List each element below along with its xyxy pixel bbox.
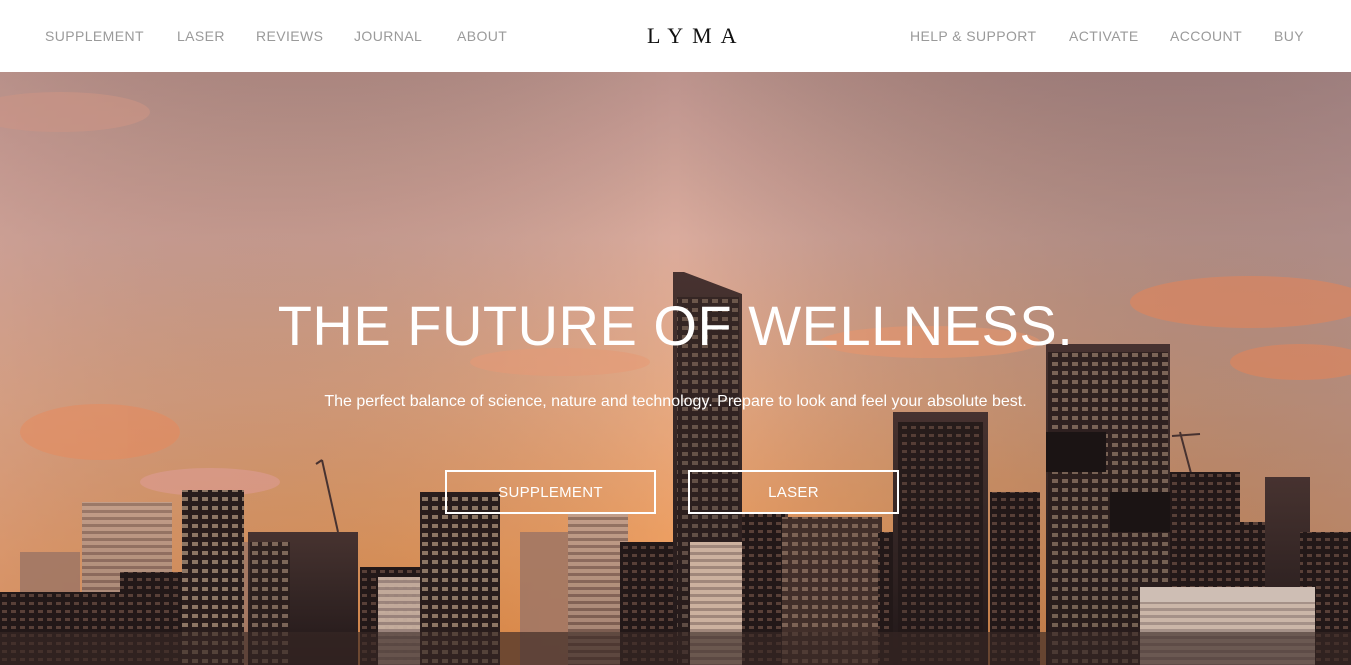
nav-supplement-link[interactable]: SUPPLEMENT: [45, 28, 144, 44]
nav-buy-link[interactable]: BUY: [1274, 28, 1304, 44]
laser-button[interactable]: LASER: [688, 470, 899, 514]
nav-help-support-link[interactable]: HELP & SUPPORT: [910, 28, 1036, 44]
nav-account-link[interactable]: ACCOUNT: [1170, 28, 1242, 44]
nav-activate-link[interactable]: ACTIVATE: [1069, 28, 1139, 44]
site-header: SUPPLEMENT LASER REVIEWS JOURNAL ABOUT L…: [0, 0, 1351, 72]
city-skyline-image: [0, 72, 1351, 665]
hero-title: THE FUTURE OF WELLNESS.: [277, 294, 1074, 357]
hero-subtitle: The perfect balance of science, nature a…: [324, 393, 1027, 410]
nav-reviews-link[interactable]: REVIEWS: [256, 28, 323, 44]
hero-section: THE FUTURE OF WELLNESS. The perfect bala…: [0, 72, 1351, 665]
nav-about-link[interactable]: ABOUT: [457, 28, 507, 44]
nav-journal-link[interactable]: JOURNAL: [354, 28, 422, 44]
supplement-button[interactable]: SUPPLEMENT: [445, 470, 656, 514]
site-logo[interactable]: LYMA: [647, 24, 746, 48]
supplement-button-label: SUPPLEMENT: [498, 483, 603, 501]
nav-laser-link[interactable]: LASER: [177, 28, 225, 44]
laser-button-label: LASER: [768, 483, 819, 501]
